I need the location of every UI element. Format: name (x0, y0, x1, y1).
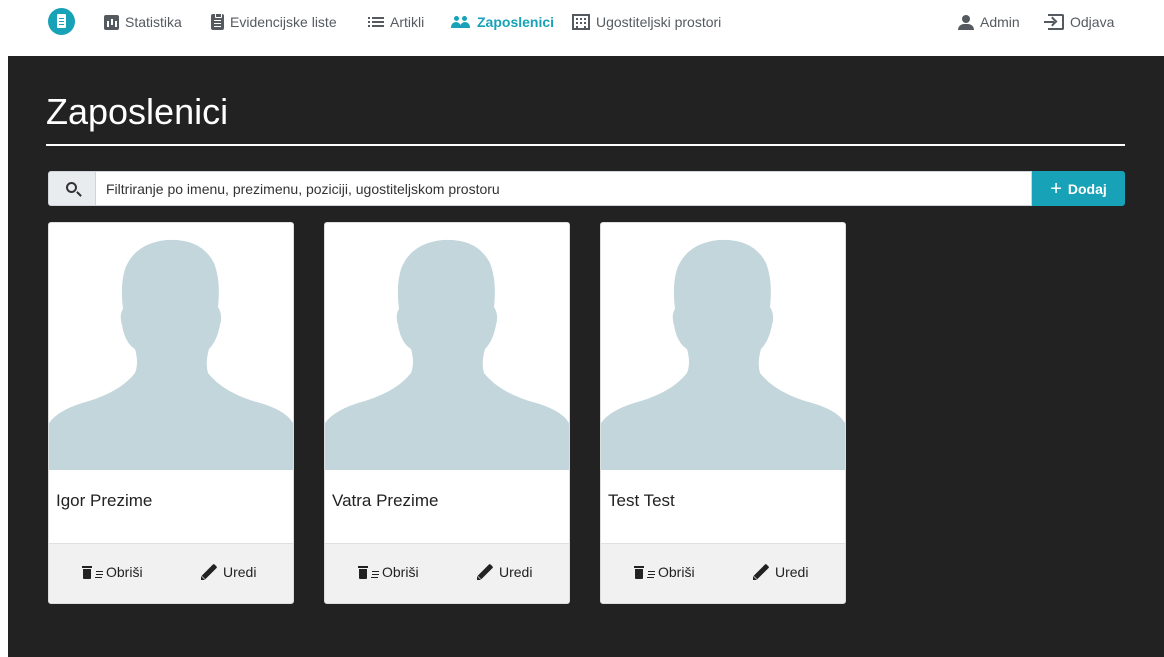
employee-name: Test Test (608, 491, 675, 510)
delete-button[interactable]: Obriši (82, 564, 143, 580)
card-actions: Obriši Uredi (601, 543, 845, 603)
nav-logout-label: Odjava (1070, 14, 1115, 30)
page-title: Zaposlenici (46, 91, 229, 132)
clipboard-icon (211, 13, 224, 30)
search-input[interactable] (96, 171, 1032, 206)
user-icon (958, 14, 974, 30)
pencil-icon (477, 564, 493, 580)
app-logo-icon[interactable] (48, 8, 75, 35)
delete-label: Obriši (382, 564, 419, 580)
search-addon (48, 171, 96, 206)
nav-item-label: Zaposlenici (477, 14, 555, 30)
people-icon (451, 16, 471, 28)
bar-chart-icon (104, 14, 119, 30)
nav-item-label: Statistika (125, 14, 182, 30)
add-button-label: Dodaj (1067, 180, 1107, 197)
card-actions: Obriši Uredi (49, 543, 293, 603)
employee-card: Test Test Obriši Uredi (600, 222, 846, 604)
top-navbar: Statistika Evidencijske liste Artikli Za… (0, 0, 1164, 44)
delete-button[interactable]: Obriši (358, 564, 419, 580)
nav-item-label: Evidencijske liste (230, 14, 337, 30)
edit-label: Uredi (499, 564, 533, 580)
employee-name: Vatra Prezime (332, 491, 439, 510)
edit-label: Uredi (223, 564, 257, 580)
nav-item-label: Artikli (390, 14, 425, 30)
person-silhouette-icon (601, 239, 845, 470)
employee-name: Igor Prezime (56, 491, 153, 510)
list-icon (368, 17, 384, 27)
building-icon (572, 14, 590, 30)
employee-card: Igor Prezime Obriši Uredi (48, 222, 294, 604)
title-divider (46, 144, 1125, 146)
delete-button[interactable]: Obriši (634, 564, 695, 580)
trash-icon (634, 565, 644, 579)
delete-label: Obriši (658, 564, 695, 580)
trash-icon (82, 565, 92, 579)
main-panel: Zaposlenici + Dodaj Igor Prezime Obriši … (8, 56, 1164, 657)
avatar (601, 223, 845, 470)
nav-logout[interactable]: Odjava (1044, 12, 1114, 32)
edit-label: Uredi (775, 564, 809, 580)
logout-icon (1044, 14, 1064, 30)
nav-user-admin[interactable]: Admin (958, 12, 1020, 32)
edit-button[interactable]: Uredi (753, 564, 808, 580)
nav-item-artikli[interactable]: Artikli (368, 12, 424, 32)
nav-item-evidencijske-liste[interactable]: Evidencijske liste (211, 12, 337, 32)
search-icon (66, 182, 77, 193)
pencil-icon (201, 564, 217, 580)
card-actions: Obriši Uredi (325, 543, 569, 603)
pencil-icon (753, 564, 769, 580)
trash-icon (358, 565, 368, 579)
nav-user-label: Admin (980, 14, 1020, 30)
person-silhouette-icon (49, 239, 293, 470)
edit-button[interactable]: Uredi (201, 564, 256, 580)
plus-icon: + (1050, 177, 1062, 200)
nav-item-zaposlenici[interactable]: Zaposlenici (451, 12, 554, 32)
edit-button[interactable]: Uredi (477, 564, 532, 580)
avatar (49, 223, 293, 470)
avatar (325, 223, 569, 470)
person-silhouette-icon (325, 239, 569, 470)
nav-item-label: Ugostiteljski prostori (596, 14, 722, 30)
nav-item-ugostiteljski-prostori[interactable]: Ugostiteljski prostori (572, 12, 721, 32)
delete-label: Obriši (106, 564, 143, 580)
add-employee-button[interactable]: + Dodaj (1032, 171, 1125, 206)
employee-card: Vatra Prezime Obriši Uredi (324, 222, 570, 604)
search-bar: + Dodaj (48, 171, 1125, 206)
nav-item-statistika[interactable]: Statistika (104, 12, 182, 32)
